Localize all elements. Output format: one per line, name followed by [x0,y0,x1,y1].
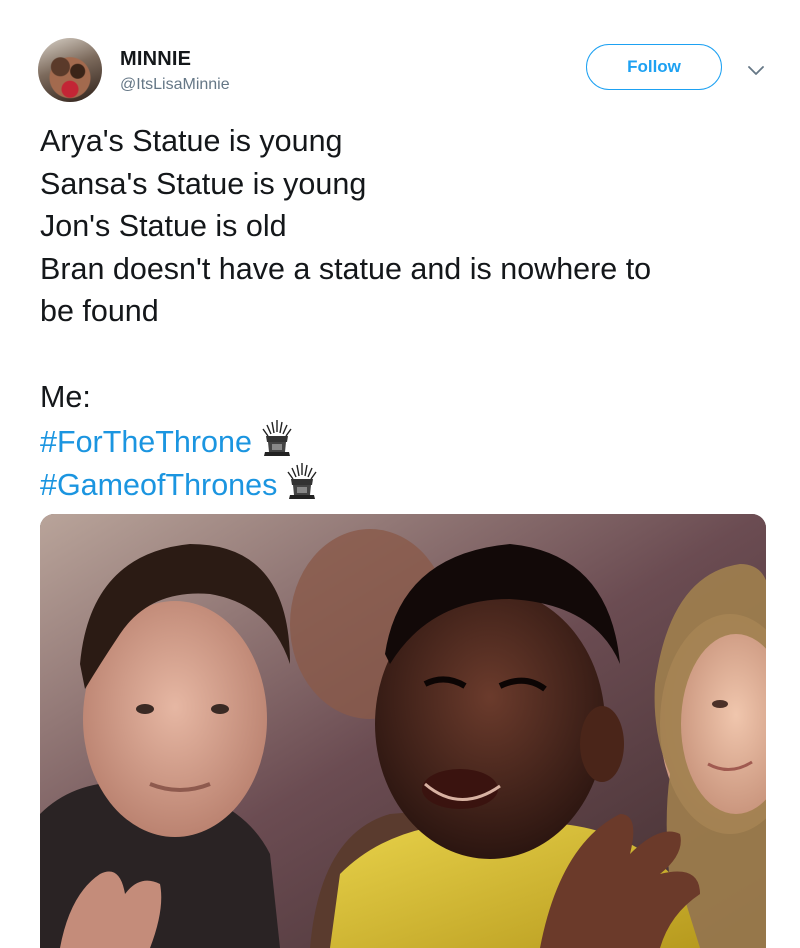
tweet-header: MINNIE @ItsLisaMinnie Follow [38,38,778,106]
tweet-media-gif[interactable] [40,514,766,948]
user-handle[interactable]: @ItsLisaMinnie [120,76,230,94]
hashtag-line: #ForTheThrone [40,418,780,461]
iron-throne-icon [262,420,292,457]
hashtag-link[interactable]: #GameofThrones [40,468,277,502]
tweet-text: Arya's Statue is young Sansa's Statue is… [40,120,780,503]
hashtag-link[interactable]: #ForTheThrone [40,425,252,459]
chevron-down-icon[interactable] [744,58,768,82]
tweet-line: Arya's Statue is young [40,124,343,158]
tweet-line: be found [40,294,159,329]
hashtag-line: #GameofThrones [40,461,780,504]
tweet-line: Jon's Statue is old [40,209,287,244]
tweet-line: Me: [40,379,91,414]
follow-button[interactable]: Follow [586,44,722,90]
display-name[interactable]: MINNIE [120,48,191,71]
tweet-line: Sansa's Statue is young [40,166,367,201]
tweet-line: Bran doesn't have a statue and is nowher… [40,251,652,286]
avatar[interactable] [38,38,102,102]
photo-crowd-scene [40,514,766,948]
iron-throne-icon [287,462,317,499]
